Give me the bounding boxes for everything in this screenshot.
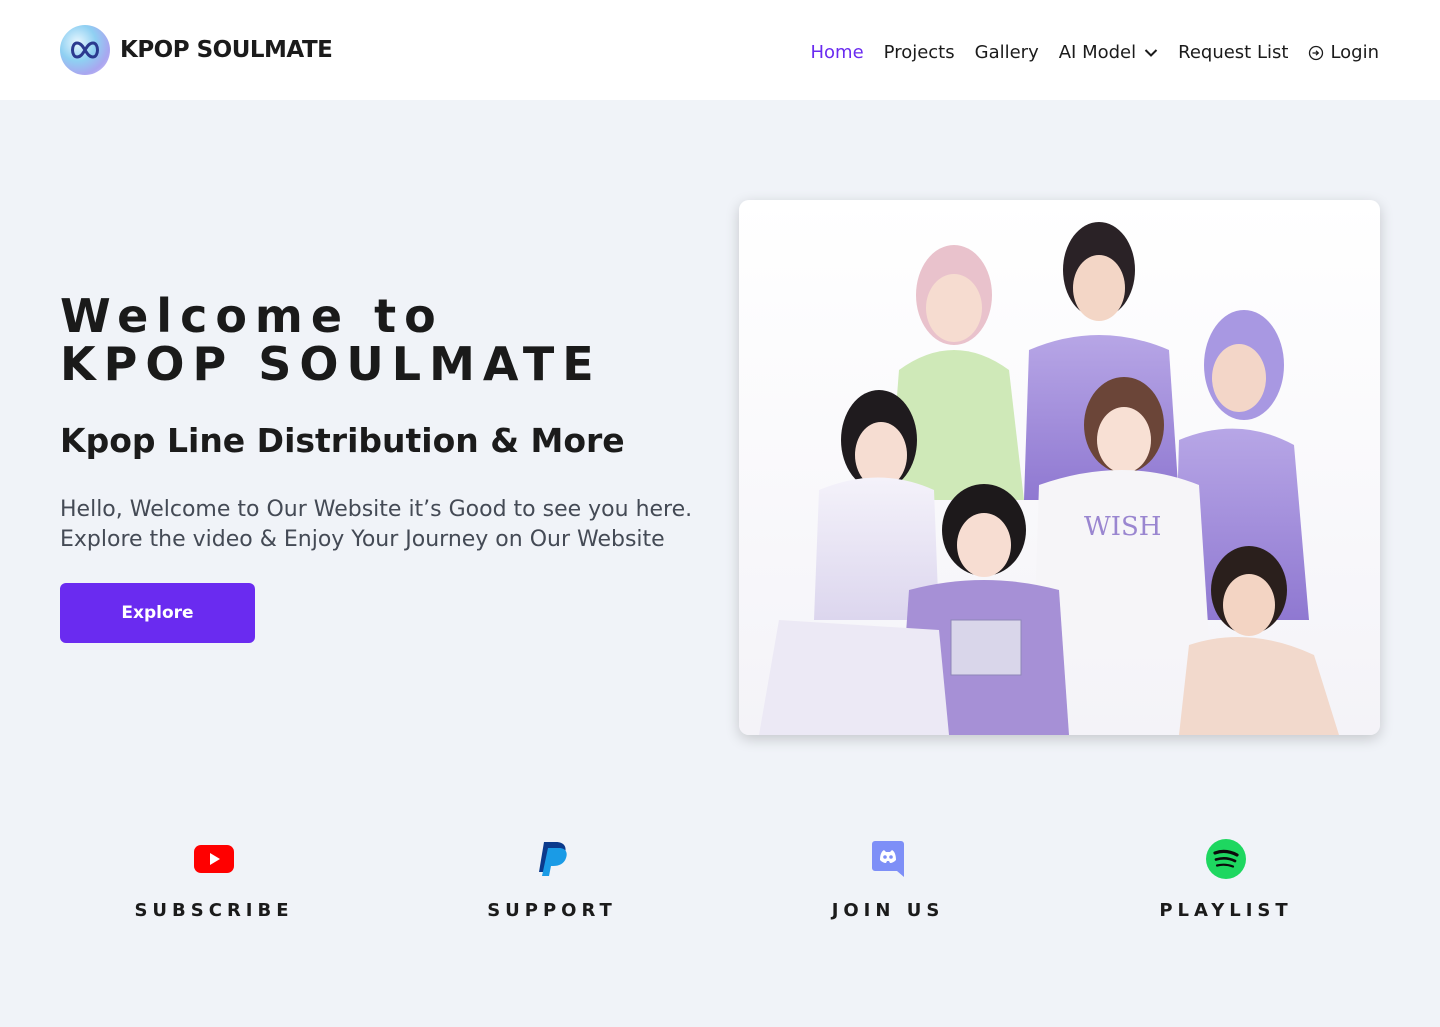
- main-nav: Home Projects Gallery AI Model Request L…: [791, 42, 1380, 63]
- chevron-down-icon: [1144, 48, 1158, 57]
- social-links: SUBSCRIBE SUPPORT JOIN US PLAYLIST: [0, 838, 1440, 928]
- social-subscribe-label: SUBSCRIBE: [134, 900, 294, 921]
- social-playlist-label: PLAYLIST: [1159, 900, 1293, 921]
- hero-group-photo: WISH: [739, 200, 1380, 735]
- hero-title: Welcome to KPOP SOULMATE: [60, 292, 602, 388]
- hero-subtitle: Kpop Line Distribution & More: [60, 421, 625, 460]
- hero-desc-line2: Explore the video & Enjoy Your Journey o…: [60, 527, 665, 552]
- youtube-icon: [94, 838, 334, 880]
- brand-name: KPOP SOULMATE: [120, 37, 333, 63]
- nav-projects-label: Projects: [883, 42, 955, 63]
- nav-home-label: Home: [810, 42, 864, 63]
- social-support[interactable]: SUPPORT: [432, 838, 672, 921]
- hero-desc-line1: Hello, Welcome to Our Website it’s Good …: [60, 497, 693, 522]
- hero-title-line2: KPOP SOULMATE: [60, 337, 602, 391]
- social-subscribe[interactable]: SUBSCRIBE: [94, 838, 334, 921]
- nav-request-list-label: Request List: [1178, 42, 1289, 63]
- nav-login-label: Login: [1330, 42, 1379, 63]
- hero-description: Hello, Welcome to Our Website it’s Good …: [60, 495, 740, 555]
- group-photo-illustration: WISH: [759, 222, 1339, 735]
- social-join-us-label: JOIN US: [831, 900, 945, 921]
- explore-button[interactable]: Explore: [60, 583, 255, 643]
- hero-title-line1: Welcome to: [60, 289, 444, 343]
- spotify-icon: [1106, 838, 1346, 880]
- nav-gallery[interactable]: Gallery: [975, 42, 1039, 63]
- discord-icon: [768, 838, 1008, 880]
- nav-ai-model-label: AI Model: [1058, 42, 1137, 63]
- login-icon: [1309, 45, 1324, 60]
- nav-home[interactable]: Home: [811, 42, 864, 63]
- svg-text:WISH: WISH: [1084, 512, 1161, 542]
- paypal-icon: [432, 838, 672, 880]
- nav-request-list[interactable]: Request List: [1178, 42, 1288, 63]
- social-playlist[interactable]: PLAYLIST: [1106, 838, 1346, 921]
- nav-projects[interactable]: Projects: [884, 42, 955, 63]
- nav-login[interactable]: Login: [1308, 42, 1379, 63]
- site-header: KPOP SOULMATE Home Projects Gallery AI M…: [0, 0, 1440, 100]
- social-support-label: SUPPORT: [487, 900, 617, 921]
- logo-icon: [60, 25, 110, 75]
- nav-gallery-label: Gallery: [974, 42, 1039, 63]
- brand[interactable]: KPOP SOULMATE: [60, 25, 333, 75]
- social-join-us[interactable]: JOIN US: [768, 838, 1008, 921]
- nav-ai-model[interactable]: AI Model: [1059, 42, 1158, 63]
